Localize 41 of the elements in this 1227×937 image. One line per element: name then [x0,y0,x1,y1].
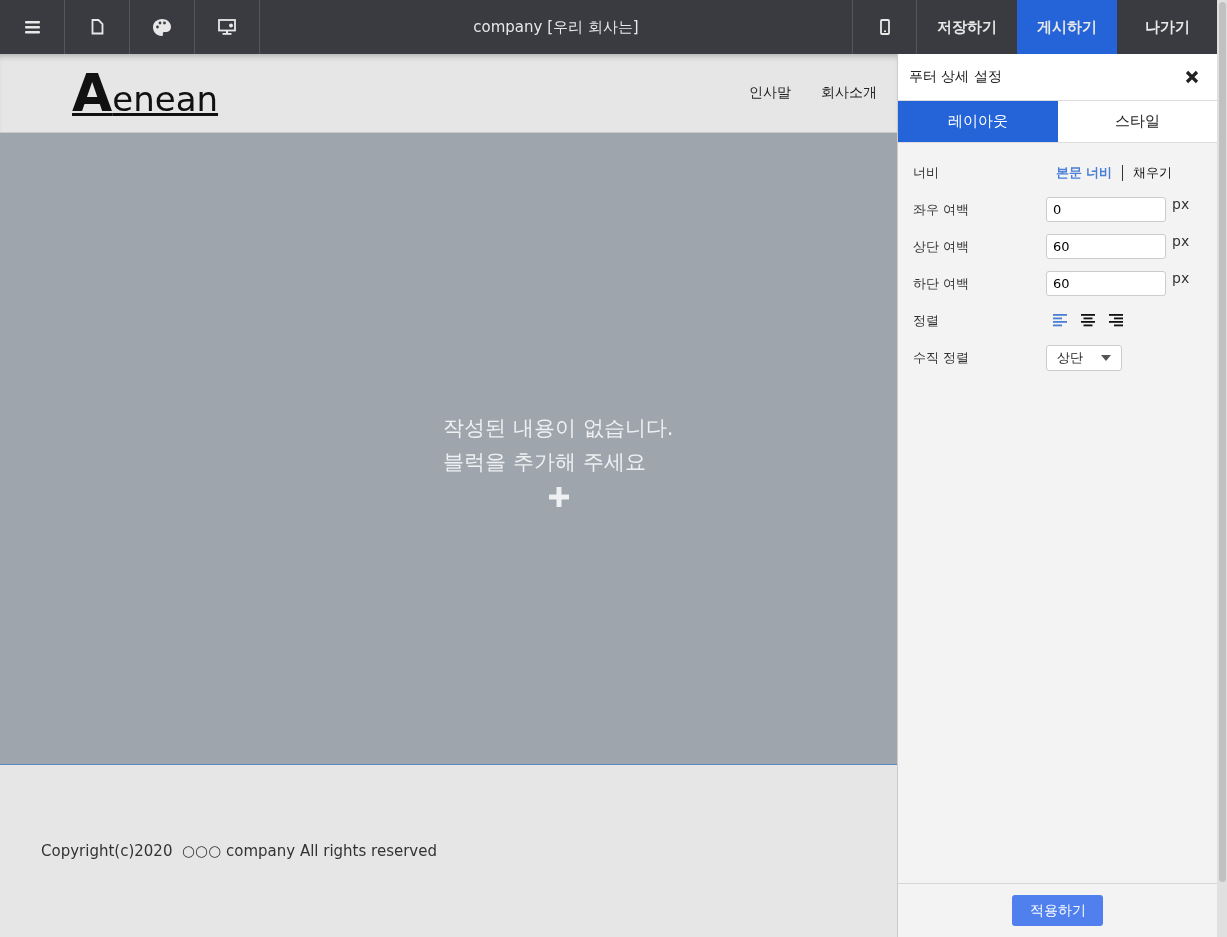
phone-icon [879,19,890,35]
unit-label: px [1172,270,1190,286]
close-button[interactable] [1185,70,1199,84]
number-input[interactable]: 0 [1046,197,1166,222]
field-label: 하단 여백 [913,274,971,293]
toolbar-action-button[interactable]: 게시하기 [1017,0,1117,54]
panel-title: 푸터 상세 설정 [909,68,1002,86]
nav-link[interactable]: 인사말 [749,84,791,102]
field-label: 수직 정렬 [913,348,971,367]
align-lines-icon [1108,314,1124,327]
panel-tab[interactable]: 스타일 [1057,101,1217,142]
menu-icon [24,20,40,34]
document-icon [90,19,104,35]
field-label: 정렬 [913,311,940,330]
dropdown-caret-icon [1101,354,1111,361]
width-option[interactable]: 본문 너비 [1046,163,1122,182]
width-option[interactable]: 채우기 [1122,163,1182,182]
scrollbar[interactable] [1217,0,1227,937]
unit-label: px [1172,233,1190,249]
copyright-text: Copyright(c)2020 ○○○ company All rights reserved [41,842,437,860]
monitor-icon [218,19,236,35]
align-lines-icon [1052,314,1068,327]
nav-link[interactable]: 회사소개 [821,84,877,102]
unit-label: px [1172,196,1190,212]
field-label: 너비 [913,163,940,182]
number-input[interactable]: 60 [1046,271,1166,296]
vertical-align-dropdown[interactable]: 상단 [1046,344,1122,371]
document-title: company [우리 회사는] [472,16,640,38]
site-logo: Aenean [72,67,220,119]
panel-tab[interactable]: 레이아웃 [898,101,1058,142]
align-lines-icon [1080,314,1096,327]
empty-message: 작성된 내용이 없습니다. [443,414,674,442]
apply-button[interactable]: 적용하기 [1012,895,1103,926]
number-input[interactable]: 60 [1046,234,1166,259]
empty-message: 블럭을 추가해 주세요 [443,448,647,476]
palette-icon [153,18,171,36]
toolbar-action-button[interactable]: 저장하기 [917,0,1017,54]
close-icon [1185,70,1199,84]
toolbar-action-button[interactable]: 나가기 [1117,0,1217,54]
field-label: 좌우 여백 [913,200,971,219]
field-label: 상단 여백 [913,237,971,256]
